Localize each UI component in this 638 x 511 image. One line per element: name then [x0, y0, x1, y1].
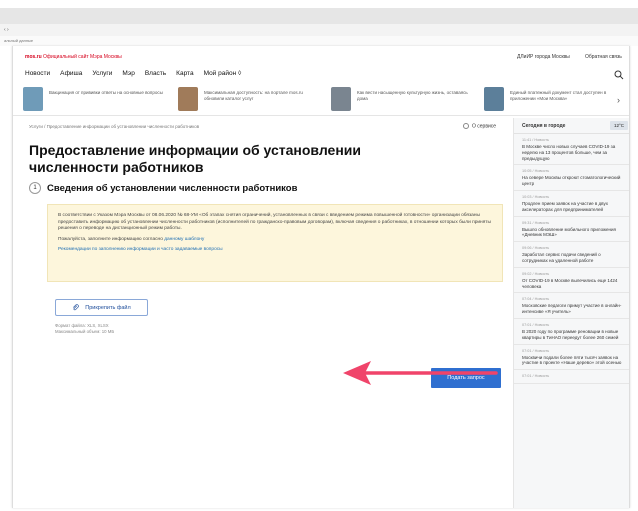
about-service-link[interactable]: О сервисе [463, 123, 496, 129]
news-thumbnail [178, 87, 198, 111]
news-card[interactable]: Максимальная доступность: на портале mos… [178, 87, 328, 113]
search-icon[interactable] [614, 70, 624, 80]
sidebar-title: Сегодня в городе [522, 123, 566, 129]
news-time: 09:06 / Новость [522, 246, 550, 251]
notice-fill-prefix: Пожалуйста, заполните информацию согласн… [58, 236, 165, 242]
bookmark-label: альный данные [4, 38, 34, 43]
step-header: 1 Сведения об установлении численности р… [29, 182, 297, 194]
recommendations-link[interactable]: Рекомендации по заполнению информации и … [58, 247, 223, 252]
news-time: 11:41 / Новость [522, 138, 549, 142]
notice-paragraph: В соответствии с Указом Мэра Москвы от 0… [58, 213, 491, 231]
news-text: От COVID-19 в Москве вылечилиcь еще 1424… [522, 277, 618, 289]
attach-file-button[interactable]: Прикрепить файл [55, 299, 148, 316]
news-time: 07:04 / Новость [522, 297, 550, 302]
site-logo[interactable]: mos.ru [25, 54, 42, 60]
news-text: Заработал сервис подачи сведений о сотру… [522, 252, 601, 263]
list-item[interactable]: 09:06 / Новость Заработал сервис подачи с… [514, 242, 629, 268]
nav-item-my-district[interactable]: Мой район ◊ [204, 70, 242, 82]
news-time: 09:31 / Новость [522, 220, 550, 225]
news-card[interactable]: Вакцинация от прививки ответы на основны… [23, 87, 173, 113]
file-size-limit: Максимальный объем: 10 МБ [55, 329, 115, 334]
nav-item-map[interactable]: Карта [176, 70, 193, 82]
chevron-right-icon[interactable]: › [617, 95, 620, 105]
step-title: Сведения об установлении численности раб… [47, 182, 298, 194]
bookmarks-row: альный данные [0, 36, 638, 46]
back-forward-icon[interactable]: ‹ › [4, 27, 9, 33]
news-card-text: Как вести насыщенную культурную жизнь, о… [357, 90, 468, 101]
info-circle-icon [463, 123, 469, 129]
site-header-top: mos.ru Официальный сайт Мэра Москвы ДЛиИ… [13, 46, 629, 66]
notice-fill-line: Пожалуйста, заполните информацию согласн… [58, 237, 492, 244]
list-item[interactable]: 09:31 / Новость Вышло обновление мобильно… [514, 217, 629, 243]
annotation-arrow [343, 361, 498, 385]
browser-nav-row[interactable]: ‹ › [0, 24, 638, 36]
news-card-text: Вакцинация от прививки ответы на основны… [49, 90, 163, 95]
info-notice: В соответствии с Указом Мэра Москвы от 0… [47, 204, 503, 282]
list-item[interactable]: 09:02 / Новость От COVID-19 в Москве выле… [514, 268, 629, 294]
file-requirements: Формат файла: XLS, XLSX Максимальный объ… [55, 323, 114, 335]
news-card[interactable]: Как вести насыщенную культурную жизнь, о… [331, 87, 481, 113]
list-item[interactable]: 07:01 / Новость Москвичи подали более пят… [514, 345, 629, 371]
main-content: Услуги / Предоставление информации об ус… [13, 118, 513, 508]
news-card[interactable]: Единый платежный документ стал доступен … [484, 87, 629, 113]
news-strip: Вакцинация от прививки ответы на основны… [13, 86, 629, 116]
list-item[interactable]: 10:03 / Новость Продлен прием заявок на у… [514, 191, 629, 217]
breadcrumb[interactable]: Услуги / Предоставление информации об ус… [29, 124, 199, 129]
nav-item-services[interactable]: Услуги [92, 70, 112, 82]
browser-toolbar [0, 8, 638, 24]
sidebar-header: Сегодня в городе 12°C [514, 118, 629, 134]
main-nav: Новости Афиша Услуги Мэр Власть Карта Мо… [25, 70, 241, 82]
nav-item-government[interactable]: Власть [145, 70, 166, 82]
news-thumbnail [484, 87, 504, 111]
news-card-text: Максимальная доступность: на портале mos… [204, 90, 303, 101]
attach-file-label: Прикрепить файл [85, 304, 131, 311]
paperclip-icon [73, 304, 80, 311]
news-text: Вышло обновление мобильного приложения «… [522, 226, 616, 238]
list-item[interactable]: 07:04 / Новость Московские педагоги приму… [514, 293, 629, 319]
news-time: 10:05 / Новость [522, 169, 550, 174]
news-thumbnail [331, 87, 351, 111]
news-text: На севере Москвы откроют стоматологическ… [522, 175, 621, 187]
browser-viewport: mos.ru Официальный сайт Мэра Москвы ДЛиИ… [12, 46, 630, 508]
nav-item-news[interactable]: Новости [25, 70, 50, 82]
about-service-label: О сервисе [472, 123, 497, 130]
top-link-feedback[interactable]: Обратная связь [585, 54, 622, 60]
news-text: Москвичи подали более пяти тысяч заявок … [522, 354, 622, 366]
news-time: 10:03 / Новость [522, 194, 550, 199]
news-time: 09:02 / Новость [522, 271, 550, 276]
nav-item-afisha[interactable]: Афиша [60, 70, 82, 82]
screen-top-margin [0, 0, 638, 8]
news-time: 07:01 / Новость [522, 348, 550, 353]
template-link[interactable]: данному шаблону [164, 237, 204, 242]
site-tagline[interactable]: Официальный сайт Мэра Москвы [43, 54, 122, 60]
list-item[interactable]: 11:41 / Новость В Москве число новых случ… [514, 134, 629, 166]
temperature-badge: 12°C [610, 121, 628, 130]
news-thumbnail [23, 87, 43, 111]
news-time: 07:01 / Новость [522, 374, 550, 379]
today-in-city-sidebar: Сегодня в городе 12°C 11:41 / Новость В М… [513, 118, 629, 508]
news-time: 07:01 / Новость [522, 322, 550, 327]
list-item[interactable]: 07:01 / Новость [514, 370, 629, 385]
top-link-department[interactable]: ДЛиИР города Москвы [517, 54, 570, 60]
list-item[interactable]: 10:05 / Новость На севере Москвы откроют … [514, 165, 629, 191]
nav-item-mayor[interactable]: Мэр [122, 70, 134, 82]
news-text: Продлен прием заявок на участие в двух а… [522, 200, 608, 212]
news-text: В Москве число новых случаев COVID-19 за… [522, 144, 616, 161]
step-number-badge: 1 [29, 182, 41, 194]
page-title: Предоставление информации об установлени… [29, 142, 362, 175]
list-item[interactable]: 07:01 / Новость В 2020 году по программе … [514, 319, 629, 345]
notice-recommendations-line: Рекомендации по заполнению информации и … [58, 247, 492, 254]
news-text: Московские педагоги примут участие в онл… [522, 303, 622, 315]
news-card-text: Единый платежный документ стал доступен … [510, 90, 607, 101]
news-text: В 2020 году по программе реновации в нов… [522, 328, 619, 340]
